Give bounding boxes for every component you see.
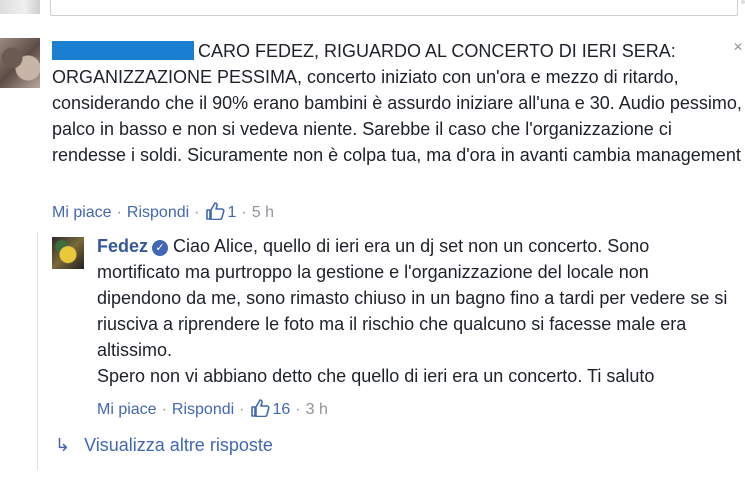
like-icon [205, 202, 225, 220]
top-strip [0, 0, 745, 20]
like-button[interactable]: Mi piace [52, 204, 112, 221]
like-count[interactable]: 1 [205, 202, 236, 221]
comment-actions: Mi piace · Rispondi · 1 · 5 h [52, 202, 274, 221]
like-count[interactable]: 16 [250, 399, 290, 418]
reply-actions: Mi piace · Rispondi · 16 · 3 h [97, 399, 328, 418]
reply-avatar[interactable] [52, 237, 84, 269]
thread-line [37, 232, 38, 470]
comment-input[interactable] [50, 0, 738, 16]
timestamp[interactable]: 5 h [252, 204, 274, 221]
verified-icon: ✓ [152, 240, 169, 256]
redacted-author-name [52, 41, 194, 60]
reply-button[interactable]: Rispondi [127, 204, 189, 221]
reply-body: Fedez ✓ Ciao Alice, quello di ieri era un … [97, 233, 737, 389]
like-icon [250, 399, 270, 417]
comment-body: CARO FEDEZ, RIGUARDO AL CONCERTO DI IERI… [52, 38, 742, 168]
view-more-replies[interactable]: ↳ Visualizza altre risposte [55, 434, 273, 456]
timestamp[interactable]: 3 h [306, 401, 328, 418]
avatar[interactable] [0, 38, 40, 88]
reply-text-2: Spero non vi abbiano detto che quello di… [97, 366, 655, 386]
like-button[interactable]: Mi piace [97, 401, 157, 418]
reply-author[interactable]: Fedez [97, 236, 148, 256]
view-more-label: Visualizza altre risposte [84, 435, 273, 455]
reply-text: Ciao Alice, quello di ieri era un dj set… [97, 236, 728, 360]
scroll-indicator [741, 0, 745, 4]
reply-arrow-icon: ↳ [55, 435, 71, 455]
reply-button[interactable]: Rispondi [172, 401, 234, 418]
current-user-avatar [0, 0, 40, 14]
